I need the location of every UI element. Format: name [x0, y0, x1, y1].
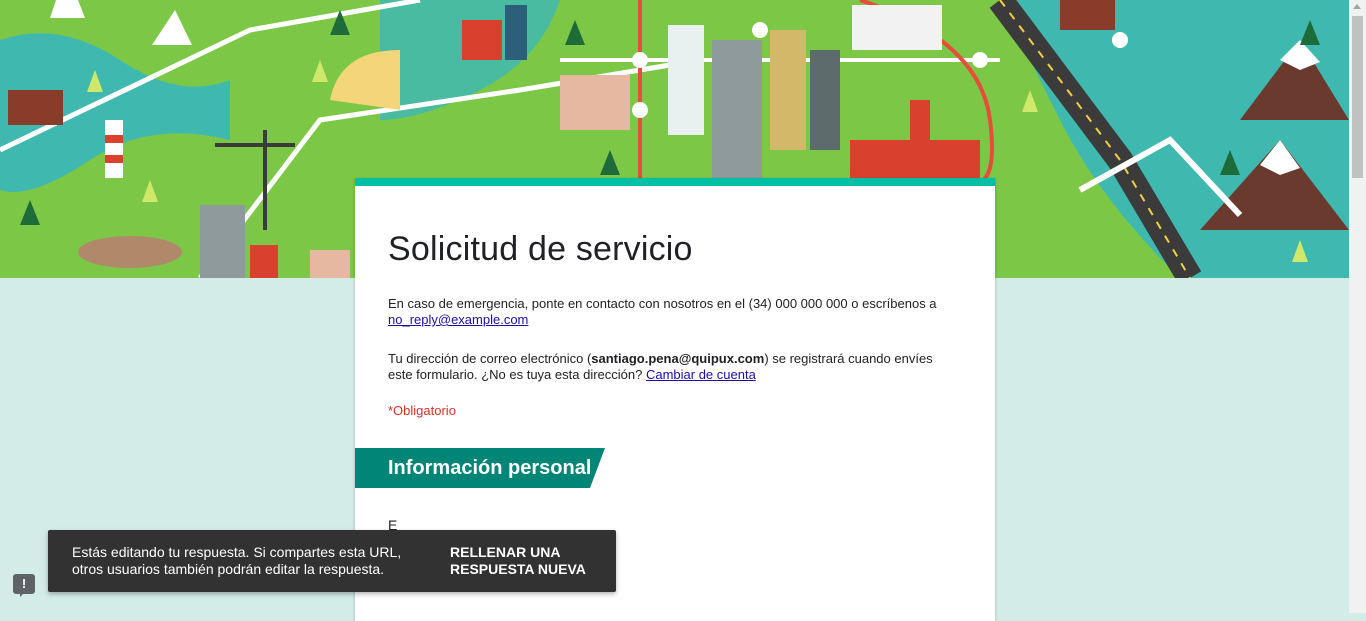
new-response-button[interactable]: Rellenar una respuesta nueva — [450, 544, 600, 578]
account-notice-prefix: Tu dirección de correo electrónico ( — [388, 351, 592, 366]
form-title: Solicitud de servicio — [388, 230, 693, 268]
account-email: santiago.pena@quipux.com — [591, 351, 765, 366]
required-notice: *Obligatorio — [388, 403, 456, 418]
account-notice: Tu dirección de correo electrónico (sant… — [388, 351, 958, 383]
snackbar-message: Estás editando tu respuesta. Si comparte… — [72, 544, 402, 577]
scrollbar-thumb[interactable] — [1352, 16, 1363, 178]
section-header: Información personal — [355, 448, 605, 488]
contact-email-link[interactable]: no_reply@example.com — [388, 312, 528, 327]
page-scrollbar[interactable] — [1349, 0, 1366, 613]
scroll-up-arrow-icon[interactable] — [1353, 4, 1361, 9]
change-account-link[interactable]: Cambiar de cuenta — [646, 367, 756, 382]
feedback-glyph: ! — [21, 576, 27, 591]
edit-response-snackbar: Estás editando tu respuesta. Si comparte… — [48, 530, 616, 592]
form-description: En caso de emergencia, ponte en contacto… — [388, 296, 958, 328]
feedback-icon[interactable]: ! — [13, 574, 35, 597]
form-description-text: En caso de emergencia, ponte en contacto… — [388, 296, 937, 311]
section-title: Información personal — [388, 457, 592, 479]
